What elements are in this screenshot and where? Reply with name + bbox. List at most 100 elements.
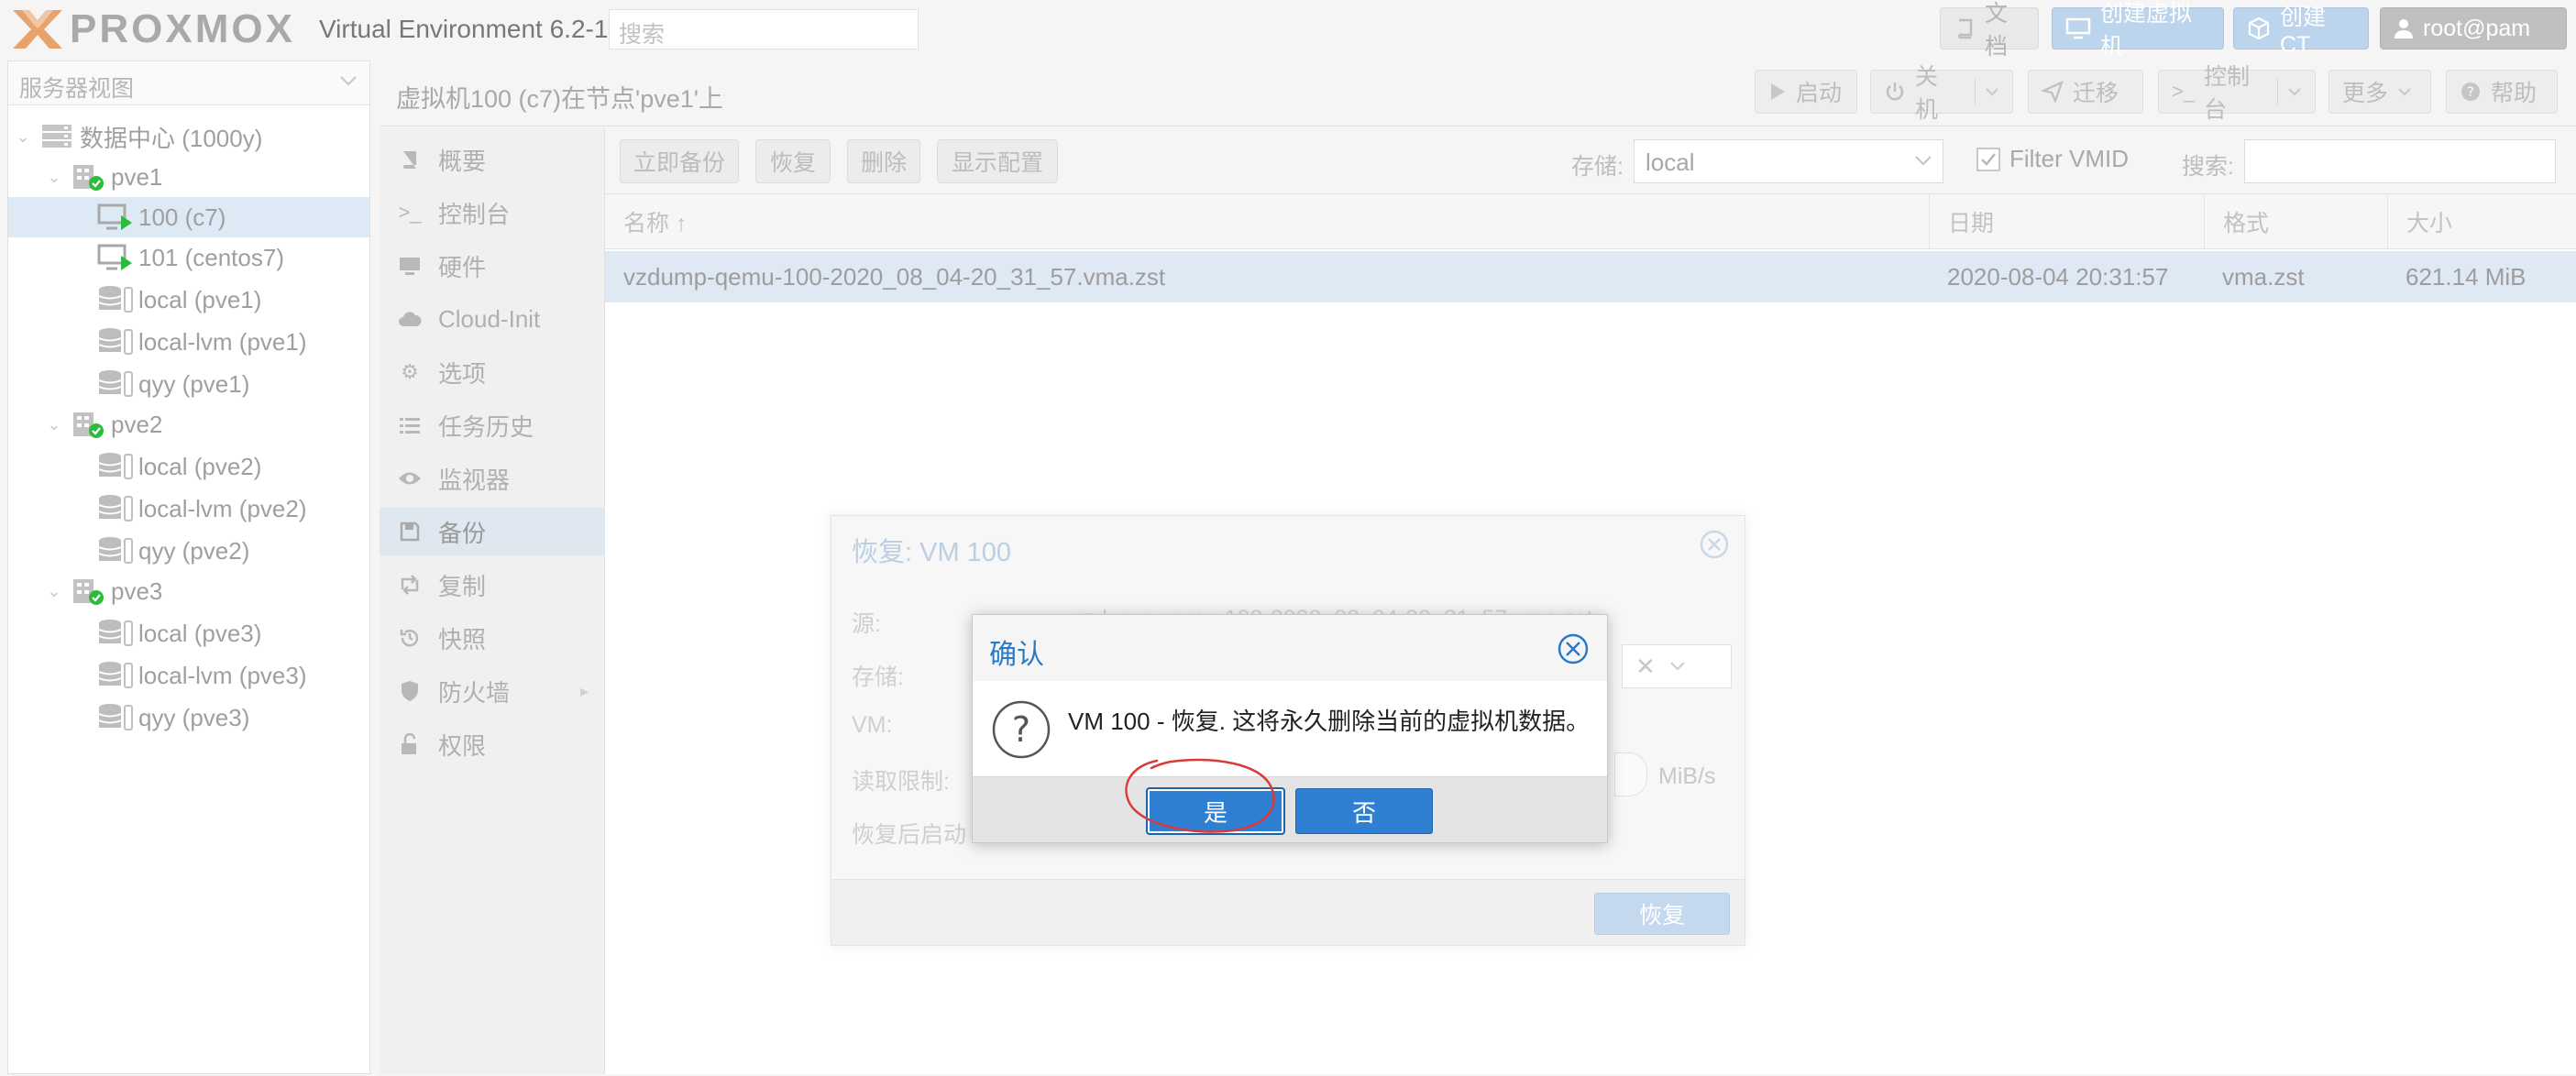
storage-select[interactable]: local bbox=[1634, 139, 1943, 183]
proxmox-x-icon bbox=[13, 10, 62, 49]
confirm-dialog-footer: 是 否 bbox=[973, 776, 1607, 842]
terminal-icon: >_ bbox=[398, 201, 422, 224]
create-vm-button[interactable]: 创建虚拟机 bbox=[2052, 1, 2224, 60]
create-vm-label: 创建虚拟机 bbox=[2100, 1, 2193, 60]
confirm-message: VM 100 - 恢复. 这将永久删除当前的虚拟机数据。 bbox=[1068, 708, 1591, 735]
console-button[interactable]: >_ 控制台 bbox=[2158, 64, 2316, 123]
tree-item-storage[interactable]: qyy (pve3) bbox=[8, 697, 369, 738]
close-icon[interactable] bbox=[1556, 631, 1591, 666]
nav-console[interactable]: >_ 控制台 bbox=[380, 189, 605, 236]
restore-button[interactable]: 恢复 bbox=[755, 139, 831, 183]
chevron-down-icon[interactable] bbox=[1985, 84, 1999, 99]
nav-label: 选项 bbox=[438, 359, 487, 388]
close-icon[interactable] bbox=[1699, 529, 1730, 560]
tree-item-datacenter[interactable]: ⌄ 数据中心 (1000y) bbox=[8, 116, 369, 157]
tree-item-label: local (pve1) bbox=[138, 285, 262, 313]
tree-item-storage[interactable]: local (pve1) bbox=[8, 280, 369, 320]
nav-cloud-init[interactable]: Cloud-Init bbox=[380, 295, 605, 343]
column-format[interactable]: 格式 bbox=[2204, 194, 2387, 249]
column-date[interactable]: 日期 bbox=[1929, 194, 2204, 249]
shutdown-button[interactable]: 关机 bbox=[1870, 64, 2013, 123]
nav-label: 防火墙 bbox=[438, 678, 511, 707]
nav-task-history[interactable]: 任务历史 bbox=[380, 401, 605, 449]
backup-search-input[interactable] bbox=[2244, 139, 2556, 183]
storage-icon bbox=[96, 368, 135, 400]
nav-label: 控制台 bbox=[438, 200, 511, 228]
filter-vmid-checkbox[interactable]: Filter VMID bbox=[1976, 145, 2129, 173]
tree-item-pve3[interactable]: ⌄ pve3 bbox=[8, 571, 369, 611]
storage-select[interactable]: ✕ bbox=[1622, 644, 1732, 688]
tree-item-label: pve3 bbox=[111, 576, 163, 605]
bandwidth-spinner[interactable] bbox=[1614, 752, 1647, 796]
tree-item-vm-101[interactable]: 101 (centos7) bbox=[8, 237, 369, 278]
top-bar: PROXMOX Virtual Environment 6.2-10 搜索 文档… bbox=[0, 0, 2576, 60]
yes-button[interactable]: 是 bbox=[1147, 788, 1284, 834]
tree-item-pve1[interactable]: ⌄ pve1 bbox=[8, 157, 369, 197]
column-size[interactable]: 大小 bbox=[2387, 194, 2576, 249]
nav-hardware[interactable]: 硬件 bbox=[380, 242, 605, 290]
tree-item-label: qyy (pve3) bbox=[138, 703, 250, 731]
tree-item-label: local-lvm (pve3) bbox=[138, 661, 307, 689]
more-label: 更多 bbox=[2342, 81, 2389, 106]
collapse-icon[interactable]: ⌄ bbox=[45, 415, 63, 434]
chevron-down-icon[interactable] bbox=[2287, 84, 2302, 99]
cell-format: vma.zst bbox=[2222, 262, 2305, 291]
tree-item-storage[interactable]: local-lvm (pve3) bbox=[8, 655, 369, 696]
docs-button[interactable]: 文档 bbox=[1940, 1, 2039, 60]
column-name[interactable]: 名称 ↑ bbox=[605, 194, 1929, 249]
tree-item-label: local-lvm (pve2) bbox=[138, 494, 307, 522]
filter-vmid-label: Filter VMID bbox=[2009, 145, 2129, 172]
more-button[interactable]: 更多 bbox=[2328, 70, 2431, 114]
tree-item-storage[interactable]: local (pve2) bbox=[8, 446, 369, 487]
nav-monitor[interactable]: 监视器 bbox=[380, 455, 605, 502]
storage-icon bbox=[96, 660, 135, 691]
nav-permissions[interactable]: 权限 bbox=[380, 720, 605, 768]
restore-confirm-button[interactable]: 恢复 bbox=[1594, 893, 1730, 935]
no-button[interactable]: 否 bbox=[1295, 788, 1433, 834]
table-row[interactable]: vzdump-qemu-100-2020_08_04-20_31_57.vma.… bbox=[605, 251, 2576, 302]
nav-label: 硬件 bbox=[438, 253, 487, 281]
tree-item-vm-100[interactable]: 100 (c7) bbox=[8, 197, 369, 237]
user-icon bbox=[2394, 17, 2414, 39]
clear-icon[interactable]: ✕ bbox=[1635, 653, 1656, 681]
chevron-down-icon bbox=[2397, 84, 2412, 99]
view-selector-value: 服务器视图 bbox=[19, 76, 135, 102]
confirm-dialog-header: 确认 bbox=[973, 615, 1607, 681]
proxmox-logo[interactable]: PROXMOX bbox=[9, 5, 312, 53]
tree-item-storage[interactable]: qyy (pve2) bbox=[8, 531, 369, 571]
nav-summary[interactable]: 概要 bbox=[380, 136, 605, 183]
nav-backup[interactable]: 备份 bbox=[380, 508, 605, 555]
tree-item-label: qyy (pve2) bbox=[138, 536, 250, 565]
remove-button[interactable]: 删除 bbox=[847, 139, 920, 183]
view-selector[interactable]: 服务器视图 bbox=[8, 61, 369, 105]
tree-item-storage[interactable]: local (pve3) bbox=[8, 613, 369, 653]
migrate-button[interactable]: 迁移 bbox=[2028, 70, 2143, 114]
nav-firewall[interactable]: 防火墙 ▸ bbox=[380, 667, 605, 715]
vm-header: 虚拟机100 (c7)在节点'pve1'上 启动 关机 迁移 >_ 控制台 更多… bbox=[380, 60, 2576, 126]
global-search-input[interactable]: 搜索 bbox=[609, 9, 919, 49]
show-config-button[interactable]: 显示配置 bbox=[937, 139, 1058, 183]
tree-item-storage[interactable]: qyy (pve1) bbox=[8, 364, 369, 404]
collapse-icon[interactable]: ⌄ bbox=[45, 168, 63, 186]
chevron-down-icon bbox=[1913, 150, 1933, 170]
backup-now-button[interactable]: 立即备份 bbox=[620, 139, 739, 183]
cube-icon bbox=[2247, 16, 2271, 40]
svg-text:?: ? bbox=[1012, 709, 1030, 750]
create-ct-button[interactable]: 创建CT bbox=[2233, 5, 2369, 58]
user-menu-button[interactable]: root@pam bbox=[2380, 7, 2567, 49]
tree-item-pve2[interactable]: ⌄ pve2 bbox=[8, 404, 369, 445]
tree-item-storage[interactable]: local-lvm (pve2) bbox=[8, 489, 369, 529]
nav-snapshot[interactable]: 快照 bbox=[380, 614, 605, 662]
nav-options[interactable]: ⚙ 选项 bbox=[380, 348, 605, 396]
list-icon bbox=[398, 413, 422, 437]
restore-dialog-footer: 恢复 bbox=[831, 879, 1745, 945]
help-button[interactable]: ? 帮助 bbox=[2446, 70, 2558, 114]
collapse-icon[interactable]: ⌄ bbox=[45, 582, 63, 600]
tree-item-storage[interactable]: local-lvm (pve1) bbox=[8, 322, 369, 362]
storage-icon bbox=[96, 535, 135, 566]
collapse-icon[interactable]: ⌄ bbox=[14, 127, 32, 146]
backup-toolbar: 立即备份 恢复 删除 显示配置 存储: local Filter VMID 搜索… bbox=[605, 128, 2576, 194]
nav-replication[interactable]: 复制 bbox=[380, 561, 605, 609]
nav-label: 快照 bbox=[438, 625, 487, 653]
start-button[interactable]: 启动 bbox=[1755, 70, 1857, 114]
